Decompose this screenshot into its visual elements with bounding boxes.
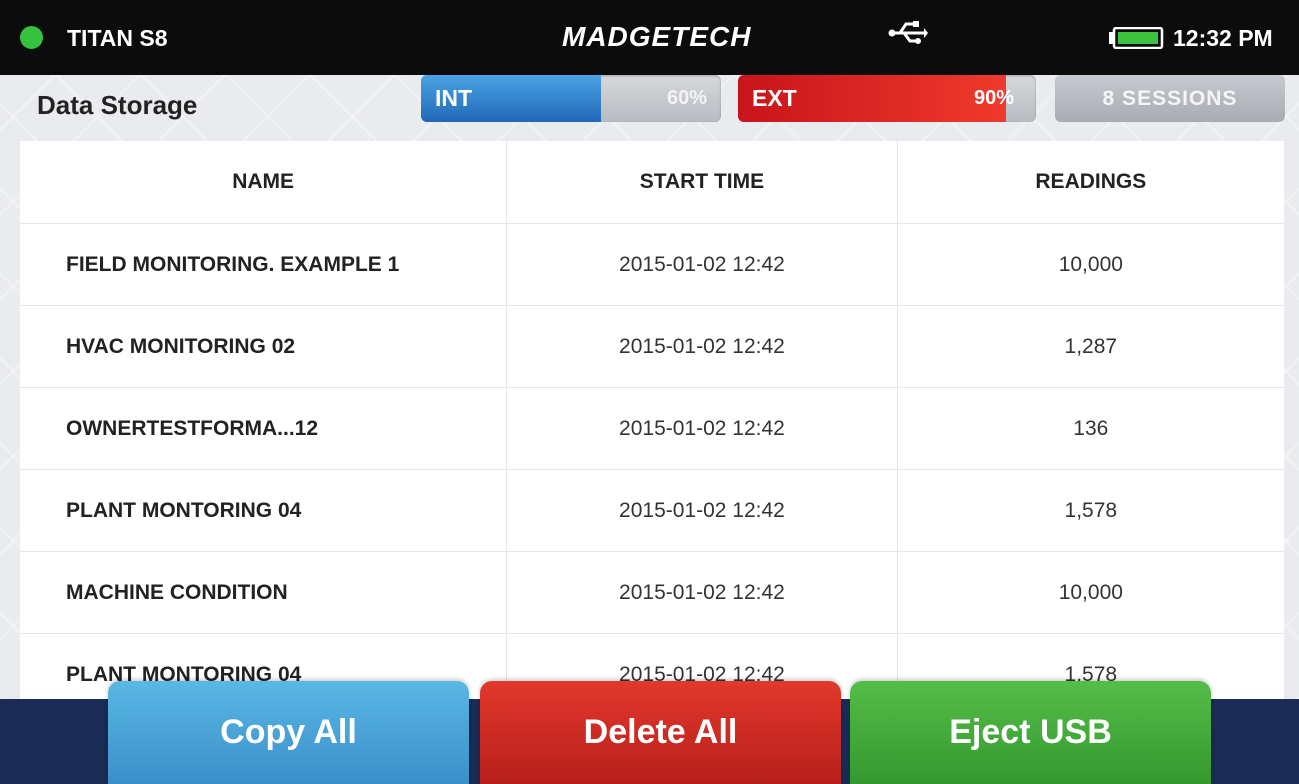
table-header-row: NAME START TIME READINGS [20,141,1284,224]
status-indicator-icon [20,26,43,49]
table-row[interactable]: OWNERTESTFORMA...12 2015-01-02 12:42 136 [20,388,1284,470]
external-storage-percent: 90% [973,87,1014,109]
clock: 12:32 PM [1173,25,1273,51]
table-row[interactable]: HVAC MONITORING 02 2015-01-02 12:42 1,28… [20,306,1284,388]
session-start-time: 2015-01-02 12:42 [506,306,896,387]
table-row[interactable]: FIELD MONITORING. EXAMPLE 1 2015-01-02 1… [20,224,1284,306]
session-name: MACHINE CONDITION [66,580,288,604]
session-start-time: 2015-01-02 12:42 [506,224,896,305]
column-header-readings[interactable]: READINGS [896,141,1284,223]
status-bar: TITAN S8 MADGETECH 12:32 PM [0,0,1299,75]
external-storage-label: EXT [752,85,797,111]
session-start-time: 2015-01-02 12:42 [506,388,896,469]
session-name: FIELD MONITORING. EXAMPLE 1 [66,252,400,276]
session-readings: 10,000 [896,552,1284,633]
session-readings: 136 [896,388,1284,469]
sessions-button[interactable]: 8 SESSIONS [1055,75,1285,122]
external-storage-bar[interactable]: EXT 90% [738,75,1036,122]
session-name: HVAC MONITORING 02 [66,334,296,358]
session-readings: 1,578 [896,470,1284,551]
brand-logo: MADGETECH [562,21,752,52]
column-header-name[interactable]: NAME [20,141,506,223]
delete-all-button[interactable]: Delete All [480,681,841,784]
session-name: PLANT MONTORING 04 [66,498,302,522]
session-name: OWNERTESTFORMA...12 [66,416,319,440]
eject-usb-button[interactable]: Eject USB [850,681,1211,784]
copy-all-button[interactable]: Copy All [108,681,469,784]
session-start-time: 2015-01-02 12:42 [506,552,896,633]
session-readings: 1,287 [896,306,1284,387]
internal-storage-label: INT [435,85,473,111]
battery-icon [1109,27,1164,49]
sessions-table: NAME START TIME READINGS FIELD MONITORIN… [20,141,1284,699]
session-readings: 10,000 [896,224,1284,305]
table-row[interactable]: PLANT MONTORING 04 2015-01-02 12:42 1,57… [20,470,1284,552]
column-header-start-time[interactable]: START TIME [506,141,896,223]
session-start-time: 2015-01-02 12:42 [506,470,896,551]
usb-icon [888,21,928,44]
internal-storage-percent: 60% [666,87,707,109]
internal-storage-bar[interactable]: INT 60% [421,75,721,122]
device-name: TITAN S8 [67,25,168,51]
page-title: Data Storage [37,90,198,120]
table-row[interactable]: MACHINE CONDITION 2015-01-02 12:42 10,00… [20,552,1284,634]
